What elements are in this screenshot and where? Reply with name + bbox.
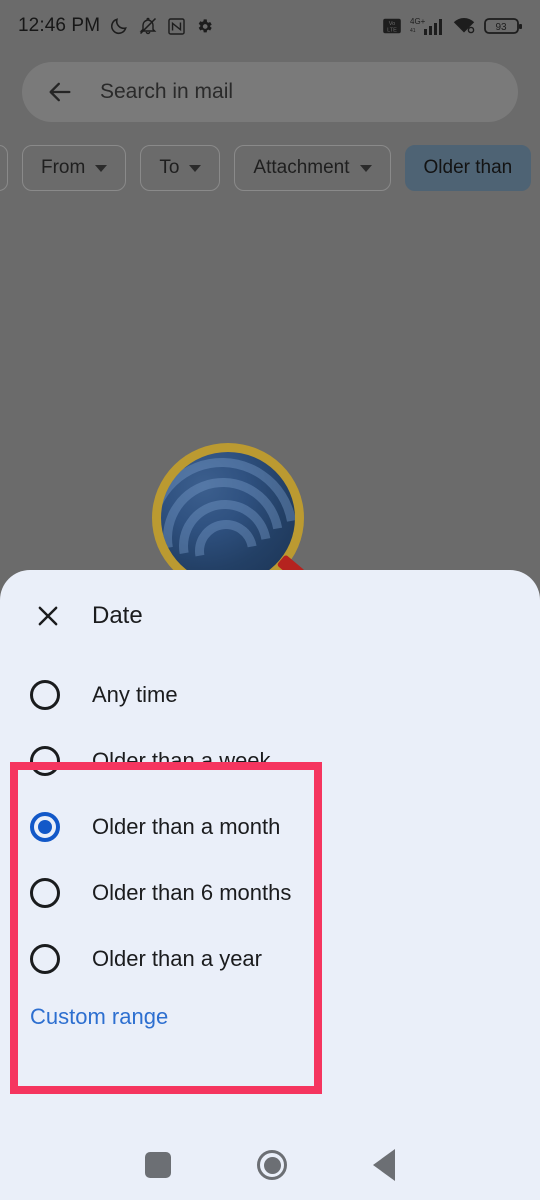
- chevron-down-icon: [95, 164, 108, 172]
- radio-button[interactable]: [30, 944, 60, 974]
- do-not-disturb-moon-icon: [109, 16, 129, 36]
- volte-icon: Vo LTE: [382, 18, 402, 34]
- chip-to-label: To: [159, 157, 180, 178]
- status-clock: 12:46 PM: [18, 15, 101, 36]
- radio-button[interactable]: [30, 746, 60, 776]
- svg-text:LTE: LTE: [387, 28, 397, 34]
- svg-text:Vo: Vo: [389, 21, 396, 27]
- signal-bars-icon: 4G+ 41: [410, 16, 444, 36]
- radio-button[interactable]: [30, 680, 60, 710]
- chip-from[interactable]: From: [22, 145, 127, 191]
- search-bar[interactable]: Search in mail: [22, 62, 518, 122]
- option-label: Any time: [92, 682, 178, 707]
- radio-button-selected[interactable]: [30, 812, 60, 842]
- date-options-list: Any time Older than a week Older than a …: [0, 662, 540, 1094]
- option-label: Older than 6 months: [92, 880, 292, 905]
- close-x-icon[interactable]: [32, 600, 64, 632]
- option-label: Older than a year: [92, 946, 262, 971]
- android-navigation-bar: [0, 1130, 540, 1200]
- chip-older-than-label: Older than: [423, 157, 513, 178]
- option-label: Older than a month: [92, 814, 281, 839]
- radio-button[interactable]: [30, 878, 60, 908]
- illustration-ball: [161, 452, 295, 584]
- battery-icon: 93: [484, 16, 524, 36]
- chip-older-than[interactable]: Older than: [404, 145, 532, 191]
- sheet-header: Date: [0, 570, 540, 662]
- wifi-icon: [452, 16, 476, 36]
- option-label: Older than a week: [92, 748, 271, 773]
- back-triangle-icon[interactable]: [373, 1149, 395, 1181]
- svg-text:4G+: 4G+: [410, 17, 426, 26]
- option-older-than-a-month[interactable]: Older than a month: [0, 794, 540, 860]
- chip-partial-left[interactable]: [0, 145, 8, 191]
- chip-attachment[interactable]: Attachment: [234, 145, 391, 191]
- filter-chips-row: From To Attachment Older than: [0, 145, 540, 191]
- option-older-than-a-week[interactable]: Older than a week: [0, 728, 540, 794]
- date-filter-bottom-sheet: Date Any time Older than a week Older th…: [0, 570, 540, 1200]
- chip-from-label: From: [41, 157, 86, 178]
- back-arrow-icon[interactable]: [46, 78, 74, 106]
- sheet-title: Date: [92, 602, 143, 629]
- recents-square-icon[interactable]: [145, 1152, 171, 1178]
- status-bar-left: 12:46 PM: [18, 15, 214, 37]
- status-bar: 12:46 PM Vo LTE 4G+ 41 93: [0, 0, 540, 52]
- chevron-down-icon: [189, 164, 202, 172]
- nfc-icon: [167, 17, 186, 36]
- settings-gear-icon: [195, 17, 214, 36]
- home-circle-icon[interactable]: [257, 1150, 287, 1180]
- option-older-than-6-months[interactable]: Older than 6 months: [0, 860, 540, 926]
- chevron-down-icon: [359, 164, 372, 172]
- phone-screen: 12:46 PM Vo LTE 4G+ 41 93 Search in mail…: [0, 0, 540, 1200]
- custom-range-link[interactable]: Custom range: [0, 1004, 540, 1030]
- search-input[interactable]: Search in mail: [100, 80, 233, 104]
- notifications-muted-icon: [138, 16, 158, 36]
- chip-to[interactable]: To: [140, 145, 221, 191]
- option-older-than-a-year[interactable]: Older than a year: [0, 926, 540, 992]
- option-any-time[interactable]: Any time: [0, 662, 540, 728]
- status-bar-right: Vo LTE 4G+ 41 93: [382, 16, 524, 36]
- svg-text:41: 41: [410, 28, 416, 34]
- chip-attachment-label: Attachment: [253, 157, 350, 178]
- battery-percent-text: 93: [495, 22, 507, 33]
